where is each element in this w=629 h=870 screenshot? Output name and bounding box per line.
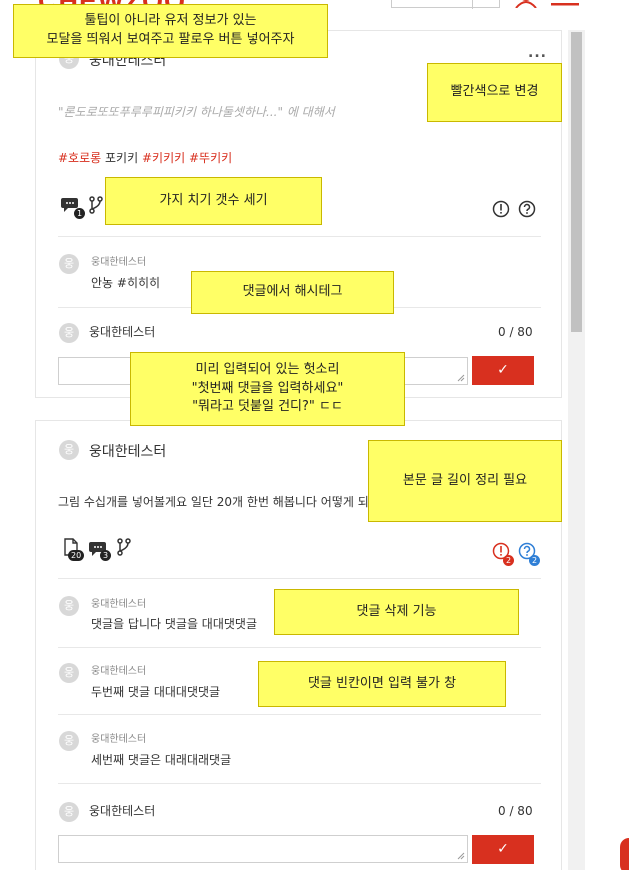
- menu-icon[interactable]: [551, 0, 579, 12]
- annotation-note: 가지 치기 갯수 세기: [105, 177, 322, 225]
- warning-icon[interactable]: [492, 200, 510, 218]
- comment-text: 안농 #히히히: [91, 276, 161, 290]
- resize-grip-icon[interactable]: [457, 374, 465, 382]
- hashtag[interactable]: 포키키: [105, 151, 138, 165]
- floating-button[interactable]: [620, 838, 629, 870]
- post-quote: "론도로또또푸루루피피키키 하나둘셋하나..." 에 대해서: [58, 105, 335, 119]
- annotation-note: 미리 입력되어 있는 헛소리 "첫번째 댓글을 입력하세요" "뭐라고 덧붙일 …: [130, 352, 405, 426]
- annotation-note: 빨간색으로 변경: [427, 63, 562, 122]
- comment-avatar[interactable]: 웅: [59, 731, 79, 751]
- annotation-note: 툴팁이 아니라 유저 정보가 있는 모달을 띄워서 보여주고 팔로우 버튼 넣어…: [13, 4, 328, 58]
- char-counter: 0 / 80: [498, 325, 533, 339]
- search-box[interactable]: [391, 0, 500, 9]
- submit-button[interactable]: ✓: [472, 835, 534, 864]
- hashtag[interactable]: #키키키: [142, 151, 185, 165]
- divider: [58, 578, 541, 579]
- divider: [58, 783, 541, 784]
- warning-count-badge: 2: [503, 555, 515, 566]
- comment-author[interactable]: 웅대한테스터: [91, 253, 146, 268]
- comment-text: 두번째 댓글 대대대댓댓글: [91, 685, 221, 699]
- comment-author[interactable]: 웅대한테스터: [91, 730, 146, 745]
- char-counter: 0 / 80: [498, 804, 533, 818]
- post-author[interactable]: 웅대한테스터: [89, 441, 166, 461]
- comment-avatar[interactable]: 웅: [59, 596, 79, 616]
- comment-text: 댓글을 답니다 댓글을 대대댓댓글: [91, 617, 258, 631]
- reply-author: 웅대한테스터: [89, 325, 156, 339]
- scrollbar-thumb[interactable]: [571, 32, 582, 332]
- avatar[interactable]: 웅: [59, 440, 79, 460]
- annotation-note: 댓글 빈칸이면 입력 불가 창: [258, 661, 506, 707]
- search-divider: [472, 0, 473, 9]
- user-icon[interactable]: [514, 0, 538, 8]
- annotation-note: 댓글에서 해시테그: [191, 271, 394, 314]
- question-icon[interactable]: [518, 200, 536, 218]
- hashtag[interactable]: #호로롱: [58, 151, 101, 165]
- divider: [58, 647, 541, 648]
- branch-icon[interactable]: [88, 195, 104, 215]
- hashtag[interactable]: #뚜키키: [189, 151, 232, 165]
- submit-button[interactable]: ✓: [472, 356, 534, 385]
- comment-text: 세번째 댓글은 대래대래댓글: [91, 753, 232, 767]
- hashtag-list: #호로롱 포키키 #키키키 #뚜키키: [58, 149, 232, 166]
- divider: [58, 236, 541, 237]
- comment-avatar[interactable]: 웅: [59, 663, 79, 683]
- annotation-note: 본문 글 길이 정리 필요: [368, 440, 562, 522]
- reply-avatar: 웅: [59, 802, 79, 822]
- post-body: 그림 수십개를 넣어볼게요 일단 20개 한번 해봅니다 어떻게 되나.: [58, 495, 384, 509]
- question-count-badge: 2: [529, 555, 541, 566]
- comment-avatar[interactable]: 웅: [59, 254, 79, 274]
- image-count-badge: 20: [68, 550, 85, 561]
- branch-icon[interactable]: [116, 537, 132, 557]
- more-options-button[interactable]: ...: [528, 45, 547, 61]
- reply-author: 웅대한테스터: [89, 804, 156, 818]
- divider: [58, 714, 541, 715]
- comment-author[interactable]: 웅대한테스터: [91, 595, 146, 610]
- resize-grip-icon[interactable]: [457, 852, 465, 860]
- annotation-note: 댓글 삭제 기능: [274, 589, 519, 635]
- comment-count-badge: 3: [100, 550, 112, 561]
- comment-author[interactable]: 웅대한테스터: [91, 662, 146, 677]
- reply-avatar: 웅: [59, 323, 79, 343]
- comment-input[interactable]: [58, 835, 468, 863]
- comment-textarea[interactable]: [59, 836, 467, 862]
- comment-count-badge: 1: [74, 208, 86, 219]
